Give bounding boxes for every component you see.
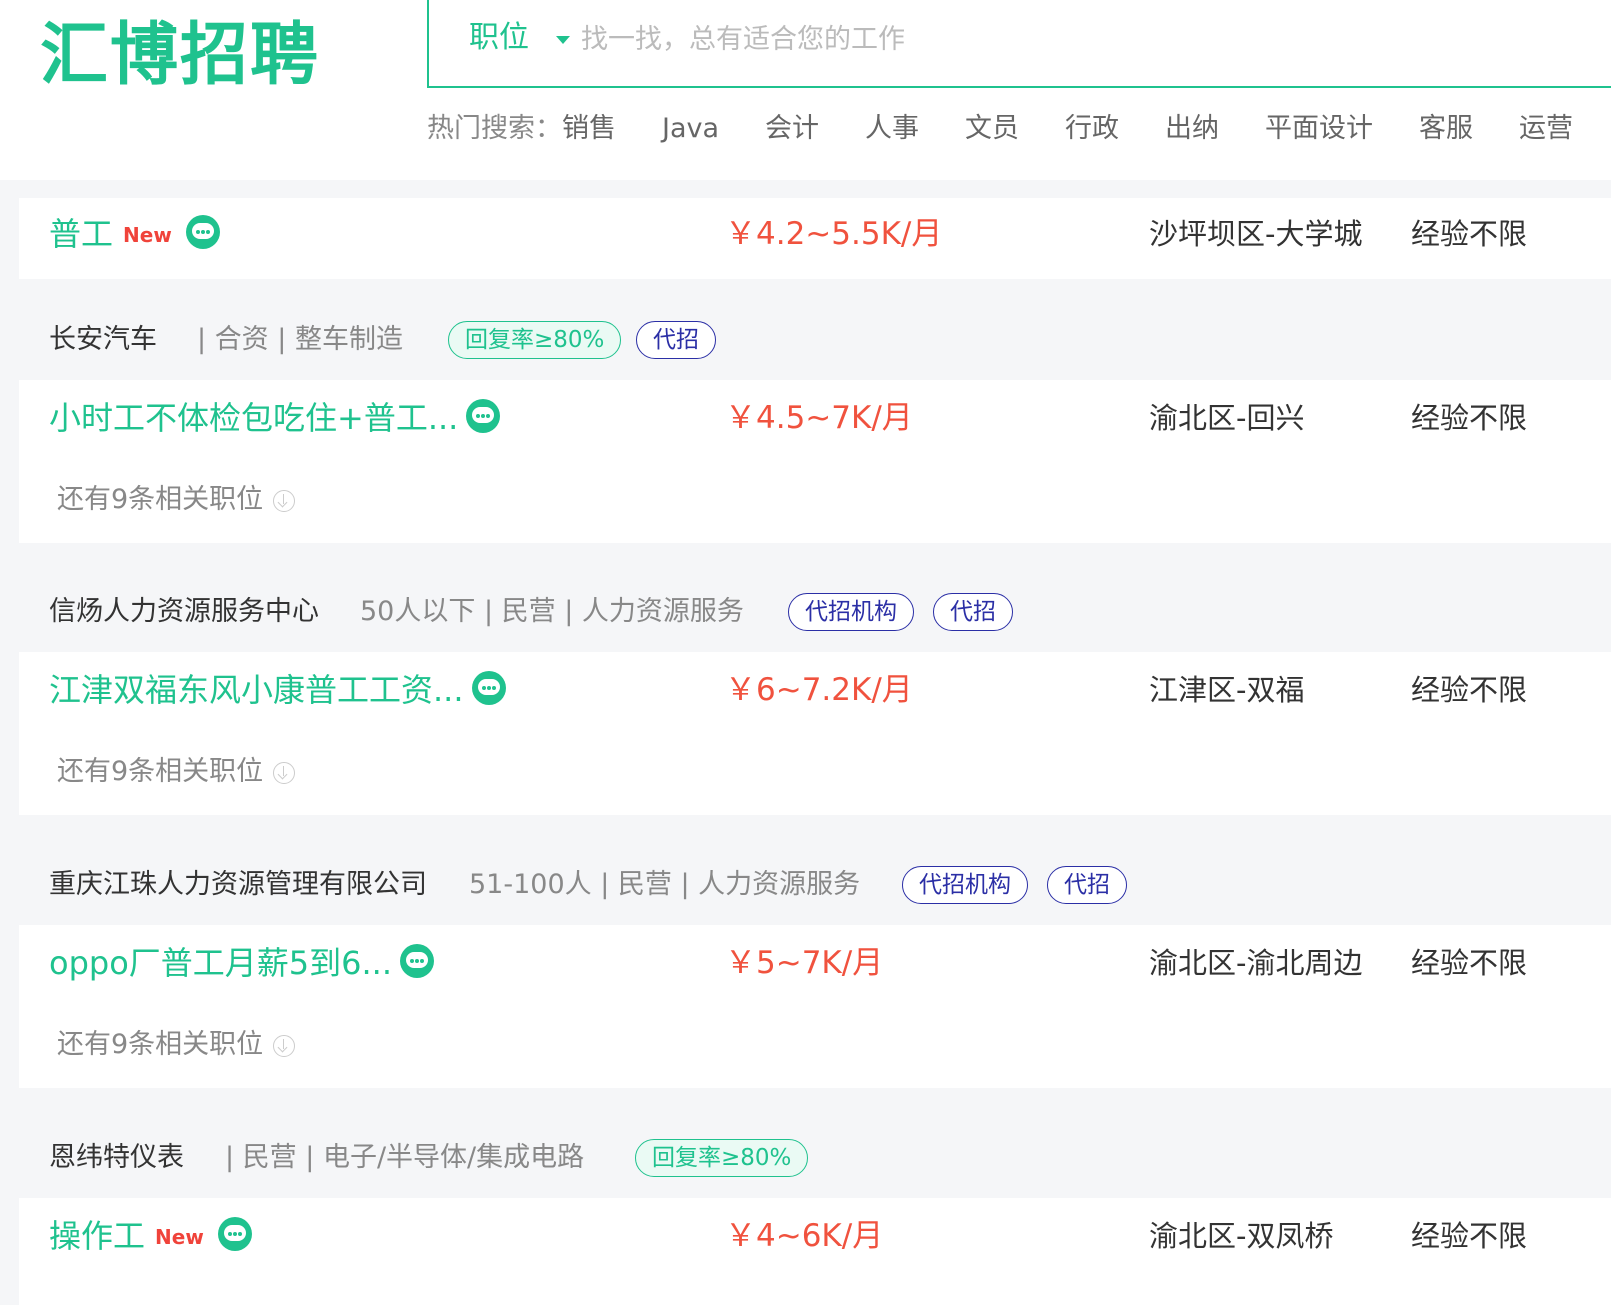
new-badge: New <box>123 223 172 247</box>
company-name[interactable]: 长安汽车 <box>49 322 157 358</box>
search-input[interactable] <box>579 16 1483 62</box>
salary: ￥5~7K/月 <box>725 945 884 981</box>
salary: ￥6~7.2K/月 <box>725 672 913 708</box>
hot-search-item[interactable]: 运营 <box>1519 113 1573 144</box>
site-header: 汇博招聘 职位 热门搜索：销售 Java 会计 人事 文员 行政 出纳 平面设计 客服 运营 <box>0 0 1611 180</box>
agency-org-tag: 代招机构 <box>788 593 914 631</box>
search-box: 职位 <box>427 0 1611 88</box>
expand-down-icon[interactable] <box>273 1035 296 1057</box>
hot-search-item[interactable]: 客服 <box>1419 113 1473 144</box>
agency-recruit-tag: 代招 <box>933 593 1013 631</box>
hot-search-item[interactable]: 文员 <box>965 113 1019 144</box>
experience-requirement: 经验不限 <box>1411 673 1528 707</box>
hot-search-bar: 热门搜索：销售 Java 会计 人事 文员 行政 出纳 平面设计 客服 运营 <box>427 109 1573 149</box>
job-title-link[interactable]: 普工 New <box>49 212 220 257</box>
hot-search-item[interactable]: 平面设计 <box>1265 113 1373 144</box>
company-meta: 50人以下 | 民营 | 人力资源服务 <box>360 596 744 627</box>
job-location: 渝北区-渝北周边 <box>1149 946 1363 980</box>
chat-icon[interactable] <box>466 399 501 433</box>
company-header: 信炀人力资源服务中心 50人以下 | 民营 | 人力资源服务 代招机构 代招 <box>19 572 1611 652</box>
hot-search-item[interactable]: 人事 <box>865 113 919 144</box>
job-title-text[interactable]: 操作工 <box>49 1217 145 1255</box>
job-title-text[interactable]: 小时工不体检包吃住+普工... <box>49 399 458 437</box>
more-jobs-text[interactable]: 还有9条相关职位 <box>57 1029 263 1060</box>
job-location: 江津区-双福 <box>1149 673 1305 707</box>
reply-rate-tag: 回复率≥80% <box>448 321 622 359</box>
expand-down-icon[interactable] <box>273 490 296 512</box>
job-location: 渝北区-双凤桥 <box>1149 1219 1334 1253</box>
salary: ￥4.5~7K/月 <box>725 400 913 436</box>
salary: ￥4.2~5.5K/月 <box>725 216 943 252</box>
company-card: 信炀人力资源服务中心 50人以下 | 民营 | 人力资源服务 代招机构 代招 江… <box>19 572 1611 815</box>
experience-requirement: 经验不限 <box>1411 401 1528 435</box>
search-type-dropdown[interactable]: 职位 <box>469 18 529 58</box>
company-name[interactable]: 信炀人力资源服务中心 <box>49 594 319 630</box>
chat-icon[interactable] <box>185 215 220 249</box>
caret-down-icon[interactable] <box>556 36 570 44</box>
job-card: 普工 New ￥4.2~5.5K/月 沙坪坝区-大学城 经验不限 <box>19 198 1611 279</box>
job-title-link[interactable]: 江津双福东风小康普工工资... <box>49 668 506 712</box>
hot-search-item[interactable]: 会计 <box>765 113 819 144</box>
company-meta: | 民营 | 电子/半导体/集成电路 <box>225 1142 585 1173</box>
more-jobs-text[interactable]: 还有9条相关职位 <box>57 756 263 787</box>
site-logo[interactable]: 汇博招聘 <box>40 14 320 98</box>
job-title-text[interactable]: 江津双福东风小康普工工资... <box>49 671 464 709</box>
hot-search-item[interactable]: 销售 <box>562 113 616 144</box>
experience-requirement: 经验不限 <box>1411 1219 1528 1253</box>
chat-icon[interactable] <box>217 1217 252 1251</box>
more-jobs-link[interactable]: 还有9条相关职位 <box>57 1025 296 1065</box>
expand-down-icon[interactable] <box>273 762 296 784</box>
company-meta: | 合资 | 整车制造 <box>197 324 403 355</box>
more-jobs-text[interactable]: 还有9条相关职位 <box>57 484 263 515</box>
more-jobs-link[interactable]: 还有9条相关职位 <box>57 480 296 520</box>
job-title-link[interactable]: oppo厂普工月薪5到6... <box>49 941 435 985</box>
company-name[interactable]: 恩纬特仪表 <box>49 1140 184 1176</box>
job-title-link[interactable]: 小时工不体检包吃住+普工... <box>49 396 501 440</box>
salary: ￥4~6K/月 <box>725 1218 884 1254</box>
hot-search-label: 热门搜索： <box>427 113 562 144</box>
job-location: 渝北区-回兴 <box>1149 401 1305 435</box>
company-card: 恩纬特仪表 | 民营 | 电子/半导体/集成电路 回复率≥80% 操作工 New … <box>19 1118 1611 1305</box>
company-header: 重庆江珠人力资源管理有限公司 51-100人 | 民营 | 人力资源服务 代招机… <box>19 845 1611 925</box>
company-header: 恩纬特仪表 | 民营 | 电子/半导体/集成电路 回复率≥80% <box>19 1118 1611 1198</box>
hot-search-item[interactable]: 行政 <box>1065 113 1119 144</box>
agency-recruit-tag: 代招 <box>1047 866 1127 904</box>
agency-recruit-tag: 代招 <box>636 321 716 359</box>
company-name[interactable]: 重庆江珠人力资源管理有限公司 <box>49 867 427 903</box>
chat-icon[interactable] <box>400 944 435 978</box>
hot-search-item[interactable]: Java <box>662 113 719 144</box>
job-title-link[interactable]: 操作工 New <box>49 1214 252 1259</box>
agency-org-tag: 代招机构 <box>902 866 1028 904</box>
company-card: 长安汽车 | 合资 | 整车制造 回复率≥80% 代招 小时工不体检包吃住+普工… <box>19 300 1611 543</box>
new-badge: New <box>155 1225 204 1249</box>
job-location: 沙坪坝区-大学城 <box>1149 217 1363 251</box>
company-card: 重庆江珠人力资源管理有限公司 51-100人 | 民营 | 人力资源服务 代招机… <box>19 845 1611 1088</box>
chat-icon[interactable] <box>471 671 506 705</box>
company-meta: 51-100人 | 民营 | 人力资源服务 <box>469 869 861 900</box>
experience-requirement: 经验不限 <box>1411 946 1528 980</box>
company-header: 长安汽车 | 合资 | 整车制造 回复率≥80% 代招 <box>19 300 1611 380</box>
job-title-text[interactable]: 普工 <box>49 215 113 253</box>
experience-requirement: 经验不限 <box>1411 217 1528 251</box>
job-title-text[interactable]: oppo厂普工月薪5到6... <box>49 944 392 982</box>
reply-rate-tag: 回复率≥80% <box>635 1139 809 1177</box>
more-jobs-link[interactable]: 还有9条相关职位 <box>57 752 296 792</box>
hot-search-item[interactable]: 出纳 <box>1165 113 1219 144</box>
